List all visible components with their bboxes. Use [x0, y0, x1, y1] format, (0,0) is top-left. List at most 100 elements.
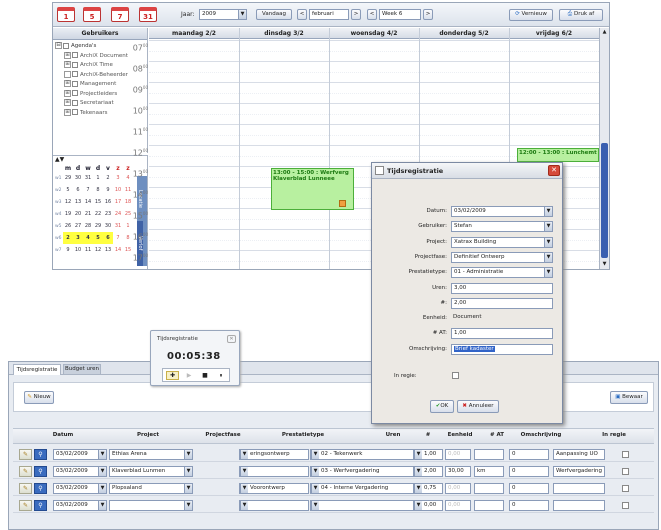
description-field[interactable]: Aanpassing UO	[553, 449, 605, 460]
minical-date[interactable]: 1	[93, 172, 103, 184]
phase-field[interactable]: ▼	[239, 500, 309, 511]
column-header[interactable]: In regie	[596, 432, 632, 438]
type-field[interactable]: ▼ 03 - Werfvergadering	[310, 466, 420, 477]
edit-icon[interactable]: ✎	[19, 449, 32, 460]
phase-field[interactable]: ▼ Voorontwerp	[239, 483, 309, 494]
next-week-button[interactable]: >	[423, 9, 433, 20]
ok-button[interactable]: ✔OK	[430, 400, 454, 413]
project-field[interactable]: Plopsaland ▼	[109, 483, 193, 494]
today-button[interactable]: Vandaag	[256, 9, 292, 20]
checkbox[interactable]	[63, 42, 69, 49]
minical-date[interactable]: 13	[73, 196, 83, 208]
unit-field[interactable]	[474, 449, 504, 460]
week-icon[interactable]: 5	[83, 7, 101, 22]
search-icon[interactable]: ⚲	[34, 500, 47, 511]
field-input[interactable]: 1,00	[451, 328, 553, 340]
stop-icon[interactable]: ■	[199, 371, 211, 380]
tab-budget-uren[interactable]: Budget uren	[63, 364, 101, 374]
chevron-down-icon[interactable]: ▼	[240, 501, 248, 510]
edit-icon[interactable]: ✎	[19, 483, 32, 494]
minical-date[interactable]: 7	[113, 232, 123, 244]
search-icon[interactable]: ⚲	[34, 466, 47, 477]
chevron-down-icon[interactable]: ▼	[544, 268, 552, 278]
chevron-down-icon[interactable]: ▼	[184, 484, 192, 493]
field-input[interactable]: Stefan ▼	[451, 221, 553, 233]
type-field[interactable]: ▼	[310, 500, 420, 511]
project-field[interactable]: ▼	[109, 500, 193, 511]
minical-date[interactable]: 8	[93, 184, 103, 196]
column-header[interactable]: # AT	[479, 432, 515, 438]
minical-date[interactable]: 30	[73, 172, 83, 184]
minical-date[interactable]: 13	[103, 244, 113, 256]
type-field[interactable]: ▼ 04 - Interne Vergadering	[310, 483, 420, 494]
minical-date[interactable]: 5	[93, 232, 103, 244]
minical-date[interactable]: 4	[83, 232, 93, 244]
column-header[interactable]: Uren	[378, 432, 408, 438]
checkbox[interactable]	[72, 109, 78, 115]
month-icon[interactable]: 31	[139, 7, 157, 22]
tree-item[interactable]: ⊞ ArchiX Document	[55, 51, 147, 62]
field-input[interactable]: 3,00	[451, 282, 553, 294]
minical-date[interactable]: 11	[83, 244, 93, 256]
checkbox[interactable]	[72, 90, 78, 96]
search-icon[interactable]: ⚲	[34, 449, 47, 460]
phase-field[interactable]: ▼ eringsontwerp	[239, 449, 309, 460]
minical-date[interactable]: 9	[63, 244, 73, 256]
minical-date[interactable]: 15	[93, 196, 103, 208]
date-field[interactable]: 03/02/2009 ▼	[53, 483, 107, 494]
chevron-down-icon[interactable]: ▼	[311, 450, 319, 459]
chevron-down-icon[interactable]: ▼	[414, 484, 422, 493]
minical-date[interactable]: 14	[83, 196, 93, 208]
minical-date[interactable]: 31	[83, 172, 93, 184]
hours-field[interactable]: ▼ 2,00	[413, 466, 443, 477]
chevron-down-icon[interactable]: ▼	[240, 450, 248, 459]
collapse-arrow-icon[interactable]: ▲▼	[55, 156, 64, 163]
count-field[interactable]: 30,00	[445, 466, 471, 477]
chevron-down-icon[interactable]: ▼	[98, 450, 106, 459]
save-button[interactable]: ▣ Bewaar	[610, 391, 648, 404]
minical-date[interactable]: 20	[73, 208, 83, 220]
inregie-checkbox[interactable]	[622, 451, 629, 458]
event-lunch[interactable]: 12:00 - 13:00 : Lunchemt	[517, 148, 599, 162]
chevron-down-icon[interactable]: ▼	[240, 467, 248, 476]
minical-date[interactable]: 12	[93, 244, 103, 256]
minical-date[interactable]: 10	[113, 184, 123, 196]
minical-date[interactable]: 28	[83, 220, 93, 232]
field-input[interactable]: Brief kadaster	[451, 343, 553, 355]
tab-tijdsregistratie[interactable]: Tijdsregistratie	[13, 364, 61, 375]
date-field[interactable]: 03/02/2009 ▼	[53, 466, 107, 477]
minical-date[interactable]: 17	[113, 196, 123, 208]
add-icon[interactable]: ✚	[166, 371, 179, 380]
minical-date[interactable]: 12	[63, 196, 73, 208]
unit-field[interactable]	[474, 500, 504, 511]
hours-field[interactable]: ▼ 0,75	[413, 483, 443, 494]
chevron-down-icon[interactable]: ▼	[98, 484, 106, 493]
description-field[interactable]	[553, 483, 605, 494]
project-field[interactable]: Ethias Arena ▼	[109, 449, 193, 460]
field-input[interactable]: 03/02/2009 ▼	[451, 206, 553, 217]
refresh-button[interactable]: ⟳ Vernieuw	[509, 9, 553, 21]
edit-icon[interactable]: ✎	[19, 500, 32, 511]
unit-field[interactable]: km	[474, 466, 504, 477]
column-header[interactable]: Prestatietype	[233, 432, 373, 438]
at-field[interactable]: 0	[509, 483, 549, 494]
minical-date[interactable]: 3	[73, 232, 83, 244]
chevron-down-icon[interactable]: ▼	[544, 222, 552, 232]
column-header[interactable]: #	[416, 432, 440, 438]
hours-field[interactable]: ▼ 0,00	[413, 500, 443, 511]
chevron-down-icon[interactable]: ▼	[544, 252, 552, 262]
minical-date[interactable]: 22	[93, 208, 103, 220]
chevron-down-icon[interactable]: ▼	[311, 501, 319, 510]
chevron-down-icon[interactable]: ▼	[414, 501, 422, 510]
column-header[interactable]: Eenheid	[446, 432, 474, 438]
chevron-down-icon[interactable]: ▼	[98, 467, 106, 476]
inregie-checkbox[interactable]	[622, 485, 629, 492]
expand-icon[interactable]	[64, 70, 71, 78]
inregie-checkbox[interactable]	[452, 372, 459, 379]
checkbox[interactable]	[72, 99, 78, 106]
minical-date[interactable]: 14	[113, 244, 123, 256]
chevron-down-icon[interactable]: ▼	[414, 450, 422, 459]
cancel-button[interactable]: ✖ Annuleer	[457, 400, 499, 413]
checkbox[interactable]	[72, 52, 78, 58]
chevron-down-icon[interactable]: ▼	[98, 501, 106, 510]
